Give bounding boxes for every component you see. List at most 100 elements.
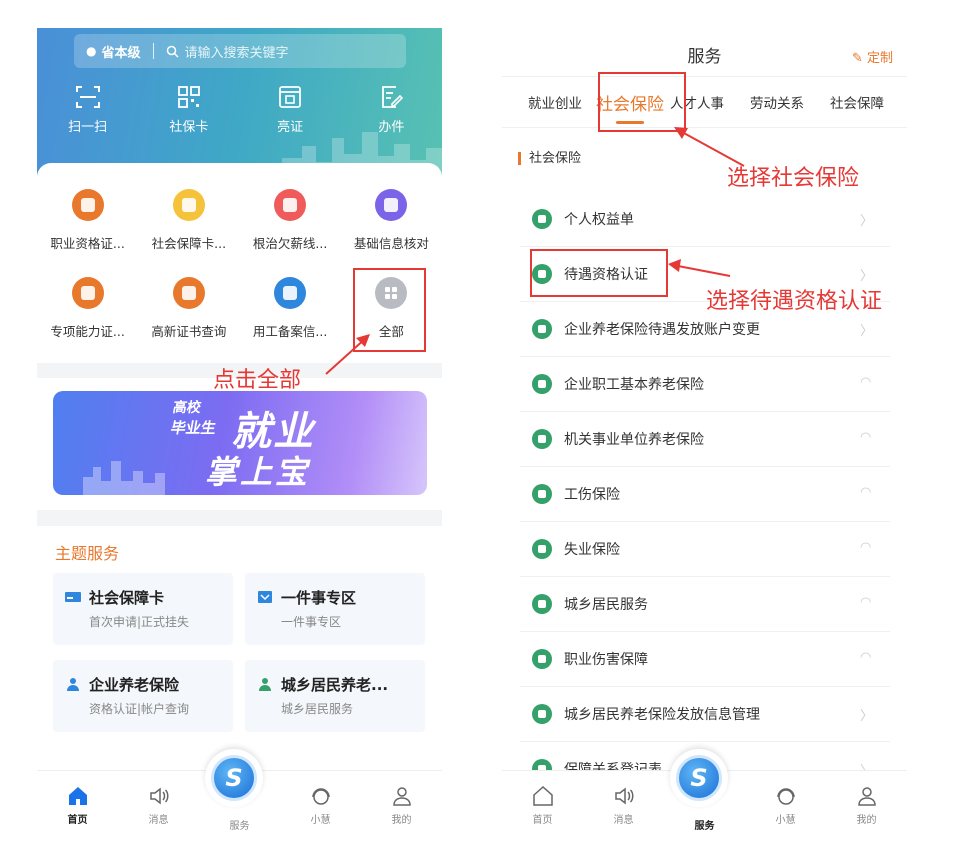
search-bar[interactable]: ● 省本级 请输入搜索关键字: [74, 34, 406, 68]
tab-xiaohui[interactable]: 小慧: [745, 771, 826, 838]
annotation-click-all: 点击全部: [213, 368, 302, 393]
tile-title: 城乡居民养老...: [281, 676, 389, 694]
quick-card-label: 社保卡: [169, 120, 209, 135]
tab-mine[interactable]: 我的: [361, 771, 442, 838]
list-item[interactable]: 机关事业单位养老保险 ◠: [520, 412, 890, 467]
list-item[interactable]: 企业职工基本养老保险 ◠: [520, 357, 890, 412]
list-item[interactable]: 城乡居民养老保险发放信息管理 〉: [520, 687, 890, 742]
employment-banner[interactable]: 毕业生 高校 就业 掌上宝: [53, 391, 427, 495]
grid-item-hightech-cert[interactable]: 高新证书查询: [138, 277, 239, 340]
tab-labor[interactable]: 劳动关系: [750, 92, 804, 112]
grid-item-label: 基础信息核对: [353, 236, 429, 251]
tab-label: 小慧: [310, 815, 331, 826]
grid-item-wage-arrears[interactable]: 根治欠薪线...: [240, 189, 341, 252]
list-item-label: 失业保险: [564, 542, 620, 558]
quick-cert-button[interactable]: 亮证: [240, 84, 341, 135]
list-item[interactable]: 个人权益单 〉: [520, 192, 890, 247]
services-fab-button[interactable]: S: [670, 749, 728, 807]
service-icon: [532, 704, 552, 724]
shield-icon: [274, 277, 307, 309]
service-grid-row-1: 职业资格证... 社会保障卡... 根治欠薪线... 基础信息核对: [37, 189, 442, 252]
tab-home[interactable]: 首页: [502, 771, 583, 838]
certificate-icon: [279, 86, 302, 108]
grid-item-special-skill[interactable]: 专项能力证...: [37, 277, 138, 340]
document-icon: [71, 189, 104, 221]
tile-subtitle: 资格认证|帐户查询: [89, 702, 190, 716]
quick-scan-label: 扫一扫: [68, 120, 108, 135]
quick-scan-button[interactable]: 扫一扫: [37, 84, 138, 135]
tab-messages[interactable]: 消息: [118, 771, 199, 838]
service-icon: [532, 319, 552, 339]
service-icon: [532, 484, 552, 504]
annotation-select-qualification: 选择待遇资格认证: [706, 289, 883, 314]
annotation-select-social-insurance: 选择社会保险: [727, 166, 860, 191]
location-pin-icon: ●: [86, 44, 97, 58]
quick-card-button[interactable]: 社保卡: [138, 84, 239, 135]
grid-item-info-check[interactable]: 基础信息核对: [341, 189, 442, 252]
chevron-right-icon: 〉: [860, 269, 874, 284]
document-icon: [71, 277, 104, 309]
tile-social-card[interactable]: 社会保障卡 首次申请|正式挂失: [53, 573, 233, 645]
list-item[interactable]: 城乡居民服务 ◠: [520, 577, 890, 632]
grid-item-social-card[interactable]: 社会保障卡...: [138, 189, 239, 252]
service-icon: [532, 649, 552, 669]
quick-task-button[interactable]: 办件: [341, 84, 442, 135]
tile-resident-pension[interactable]: 城乡居民养老... 城乡居民服务: [245, 660, 425, 732]
chevron-down-icon: ◠: [860, 595, 872, 610]
list-item[interactable]: 职业伤害保障 ◠: [520, 632, 890, 687]
tab-xiaohui[interactable]: 小慧: [280, 771, 361, 838]
service-icon: [532, 374, 552, 394]
tab-label: 首页: [67, 815, 88, 826]
search-placeholder[interactable]: 请输入搜索关键字: [185, 42, 289, 61]
qr-card-icon: [177, 86, 200, 108]
grid-item-label: 专项能力证...: [50, 324, 125, 339]
folder-icon: [258, 591, 272, 603]
grid-item-label: 用工备案信...: [252, 324, 328, 339]
speaker-icon: [614, 787, 633, 805]
chevron-right-icon: 〉: [860, 214, 874, 229]
tab-mine[interactable]: 我的: [826, 771, 907, 838]
person-icon: [67, 678, 79, 691]
list-item-label: 工伤保险: [564, 487, 620, 503]
section-gap: [37, 510, 442, 526]
chevron-right-icon: 〉: [860, 324, 874, 339]
list-item[interactable]: 失业保险 ◠: [520, 522, 890, 577]
location-selector[interactable]: 省本级: [101, 42, 140, 61]
theme-services-title: 主题服务: [55, 544, 120, 563]
quick-task-label: 办件: [378, 120, 405, 135]
tile-title: 企业养老保险: [89, 676, 180, 694]
list-item[interactable]: 工伤保险 ◠: [520, 467, 890, 522]
city-silhouette: [83, 461, 165, 495]
tab-label: 服务: [694, 821, 715, 832]
banner-text-palm: 掌上宝: [205, 453, 311, 491]
list-item-label: 职业伤害保障: [564, 652, 648, 668]
tab-employment[interactable]: 就业创业: [528, 92, 582, 112]
tab-label: 首页: [532, 815, 553, 826]
list-item-label: 企业职工基本养老保险: [564, 377, 704, 393]
services-fab-button[interactable]: S: [205, 749, 263, 807]
chevron-down-icon: ◠: [860, 430, 872, 445]
tab-label: 我的: [391, 815, 412, 826]
tab-social-security[interactable]: 社会保障: [830, 92, 884, 112]
banner-text-graduates: 毕业生: [169, 419, 218, 437]
tab-home[interactable]: 首页: [37, 771, 118, 838]
tile-one-thing[interactable]: 一件事专区 一件事专区: [245, 573, 425, 645]
services-logo-icon: S: [211, 755, 257, 801]
tab-messages[interactable]: 消息: [583, 771, 664, 838]
tab-label: 消息: [148, 815, 169, 826]
tile-subtitle: 城乡居民服务: [281, 702, 354, 716]
tile-subtitle: 首次申请|正式挂失: [89, 615, 190, 629]
grid-item-label: 根治欠薪线...: [252, 236, 328, 251]
quick-cert-label: 亮证: [277, 120, 304, 135]
tile-enterprise-pension[interactable]: 企业养老保险 资格认证|帐户查询: [53, 660, 233, 732]
home-icon: [68, 787, 87, 805]
customize-button[interactable]: ✎ 定制: [852, 47, 893, 66]
document-icon: [172, 277, 205, 309]
pencil-icon: ✎: [851, 51, 867, 66]
grid-item-label: 职业资格证...: [50, 236, 125, 251]
category-tabs: 就业创业 社会保险 人才人事 劳动关系 社会保障: [502, 76, 907, 128]
list-item-label: 城乡居民服务: [564, 597, 648, 613]
chevron-down-icon: ◠: [860, 540, 872, 555]
grid-item-vocational-cert[interactable]: 职业资格证...: [37, 189, 138, 252]
tab-label: 我的: [856, 815, 877, 826]
